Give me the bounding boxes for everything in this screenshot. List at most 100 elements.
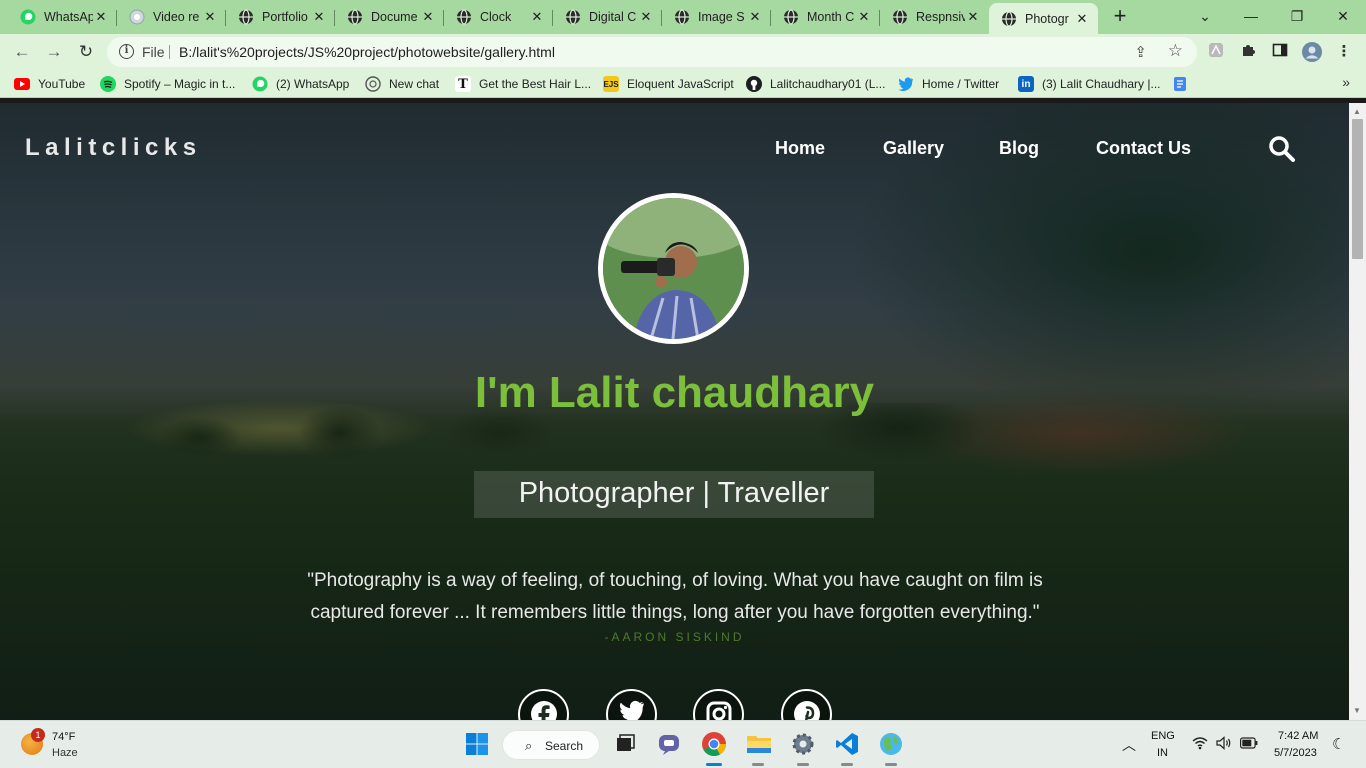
taskbar-search[interactable]: ⌕ Search bbox=[502, 730, 600, 760]
scroll-up-icon[interactable]: ▲ bbox=[1353, 107, 1361, 116]
site-logo[interactable]: Lalitclicks bbox=[25, 134, 202, 162]
tab-digital-clock[interactable]: Digital C ✕ bbox=[553, 3, 662, 31]
bookmark-star-icon[interactable]: ☆ bbox=[1168, 41, 1183, 61]
tab-responsive[interactable]: Respnsiv ✕ bbox=[880, 3, 989, 31]
windows-start-icon[interactable] bbox=[464, 731, 490, 757]
restore-button[interactable]: ❐ bbox=[1274, 4, 1320, 28]
tab-title: Image S bbox=[698, 10, 745, 24]
minimize-button[interactable]: — bbox=[1228, 4, 1274, 28]
show-hidden-icons-chevron-icon[interactable]: ︿ bbox=[1122, 735, 1136, 755]
nav-gallery[interactable]: Gallery bbox=[883, 138, 944, 159]
tab-clock[interactable]: Clock ✕ bbox=[444, 3, 553, 31]
tab-search-chevron-icon[interactable]: ⌄ bbox=[1182, 4, 1228, 28]
close-icon[interactable]: ✕ bbox=[93, 9, 109, 25]
battery-icon[interactable] bbox=[1240, 737, 1258, 752]
tab-document[interactable]: Docume ✕ bbox=[335, 3, 444, 31]
menu-kebab-icon[interactable]: ⋮ bbox=[1334, 42, 1354, 62]
tab-video[interactable]: Video re ✕ bbox=[117, 3, 226, 31]
weather-temp[interactable]: 74°F bbox=[52, 731, 75, 743]
side-panel-icon[interactable] bbox=[1270, 42, 1290, 62]
search-icon[interactable] bbox=[1268, 135, 1296, 163]
forward-arrow-icon[interactable]: → bbox=[42, 40, 66, 64]
bookmark-youtube[interactable]: YouTube bbox=[14, 76, 85, 92]
globe-icon bbox=[783, 9, 799, 25]
nav-home[interactable]: Home bbox=[775, 138, 825, 159]
nav-blog[interactable]: Blog bbox=[999, 138, 1039, 159]
close-window-button[interactable]: ✕ bbox=[1320, 4, 1366, 28]
focus-moon-icon[interactable]: ☾ bbox=[1332, 735, 1345, 753]
bookmark-hair[interactable]: T Get the Best Hair L... bbox=[455, 76, 591, 92]
close-icon[interactable]: ✕ bbox=[529, 9, 545, 25]
language-indicator[interactable]: ENG bbox=[1151, 730, 1175, 742]
close-icon[interactable]: ✕ bbox=[202, 9, 218, 25]
bookmark-whatsapp[interactable]: (2) WhatsApp bbox=[252, 76, 349, 92]
windows-taskbar: 1 74°F Haze ⌕ Search ︿ ENG IN 7:42 AM 5/… bbox=[0, 720, 1366, 768]
search-icon: ⌕ bbox=[525, 738, 533, 753]
bookmark-docs[interactable] bbox=[1172, 76, 1196, 92]
bookmark-label: Home / Twitter bbox=[922, 77, 1000, 91]
region-indicator[interactable]: IN bbox=[1157, 747, 1168, 759]
bookmark-new-chat[interactable]: New chat bbox=[365, 76, 439, 92]
close-icon[interactable]: ✕ bbox=[638, 9, 654, 25]
info-icon[interactable]: i bbox=[119, 44, 134, 59]
openai-icon bbox=[365, 76, 381, 92]
bookmark-eloquent-js[interactable]: EJS Eloquent JavaScript bbox=[603, 76, 734, 92]
globe-app-icon[interactable] bbox=[878, 731, 904, 757]
close-icon[interactable]: ✕ bbox=[965, 9, 981, 25]
bookmark-label: YouTube bbox=[38, 77, 86, 91]
back-arrow-icon[interactable]: ← bbox=[10, 40, 34, 64]
new-tab-button[interactable]: + bbox=[1108, 5, 1132, 29]
profile-avatar-icon[interactable] bbox=[1302, 42, 1322, 62]
task-view-icon[interactable] bbox=[612, 731, 638, 757]
tab-whatsapp[interactable]: WhatsApp ✕ bbox=[8, 3, 117, 31]
bookmark-spotify[interactable]: Spotify – Magic in t... bbox=[100, 76, 235, 92]
facebook-icon[interactable] bbox=[518, 689, 569, 720]
extensions-puzzle-icon[interactable] bbox=[1238, 42, 1258, 62]
bookmarks-overflow-icon[interactable]: » bbox=[1342, 74, 1350, 90]
bookmark-label: New chat bbox=[389, 77, 440, 91]
tab-strip: WhatsApp ✕ Video re ✕ Portfolio ✕ Docume… bbox=[0, 0, 1366, 34]
bookmark-github[interactable]: Lalitchaudhary01 (L... bbox=[746, 76, 885, 92]
share-icon[interactable]: ⇪ bbox=[1134, 43, 1147, 61]
globe-icon bbox=[347, 9, 363, 25]
volume-icon[interactable] bbox=[1216, 736, 1234, 753]
tab-title: Digital C bbox=[589, 10, 637, 24]
whatsapp-icon bbox=[252, 76, 268, 92]
close-icon[interactable]: ✕ bbox=[747, 9, 763, 25]
scroll-thumb[interactable] bbox=[1352, 119, 1363, 259]
weather-desc[interactable]: Haze bbox=[52, 747, 78, 759]
close-icon[interactable]: ✕ bbox=[420, 9, 436, 25]
chrome-icon[interactable] bbox=[701, 731, 727, 757]
clock-date[interactable]: 5/7/2023 bbox=[1274, 747, 1317, 759]
twitter-icon[interactable] bbox=[606, 689, 657, 720]
tab-image-slider[interactable]: Image S ✕ bbox=[662, 3, 771, 31]
youtube-icon bbox=[14, 76, 30, 92]
tab-photography-active[interactable]: Photogr ✕ bbox=[989, 3, 1098, 34]
close-icon[interactable]: ✕ bbox=[1074, 11, 1090, 27]
close-icon[interactable]: ✕ bbox=[856, 9, 872, 25]
tab-portfolio[interactable]: Portfolio ✕ bbox=[226, 3, 335, 31]
vscode-icon[interactable] bbox=[834, 731, 860, 757]
nav-contact-us[interactable]: Contact Us bbox=[1096, 138, 1191, 159]
address-bar[interactable]: i File B:/lalit's%20projects/JS%20projec… bbox=[107, 37, 1197, 67]
instagram-icon[interactable] bbox=[693, 689, 744, 720]
tab-month-calendar[interactable]: Month C ✕ bbox=[771, 3, 880, 31]
bookmark-twitter[interactable]: Home / Twitter bbox=[898, 76, 999, 92]
url-text[interactable]: B:/lalit's%20projects/JS%20project/photo… bbox=[179, 44, 555, 60]
globe-icon bbox=[1001, 10, 1017, 27]
scroll-down-icon[interactable]: ▼ bbox=[1353, 706, 1361, 715]
clock-time[interactable]: 7:42 AM bbox=[1278, 730, 1318, 742]
settings-gear-icon[interactable] bbox=[790, 731, 816, 757]
pinterest-icon[interactable] bbox=[781, 689, 832, 720]
bookmark-linkedin[interactable]: in (3) Lalit Chaudhary |... bbox=[1018, 76, 1161, 92]
bookmark-label: Spotify – Magic in t... bbox=[124, 77, 236, 91]
teams-chat-icon[interactable] bbox=[656, 731, 682, 757]
extension-tile-icon[interactable] bbox=[1206, 42, 1226, 62]
reload-icon[interactable]: ↻ bbox=[74, 40, 98, 64]
tab-title: Portfolio bbox=[262, 10, 308, 24]
page-scrollbar[interactable]: ▲ ▼ bbox=[1349, 103, 1366, 720]
wifi-icon[interactable] bbox=[1192, 736, 1208, 753]
globe-icon bbox=[565, 9, 581, 25]
file-explorer-icon[interactable] bbox=[746, 731, 772, 757]
close-icon[interactable]: ✕ bbox=[311, 9, 327, 25]
